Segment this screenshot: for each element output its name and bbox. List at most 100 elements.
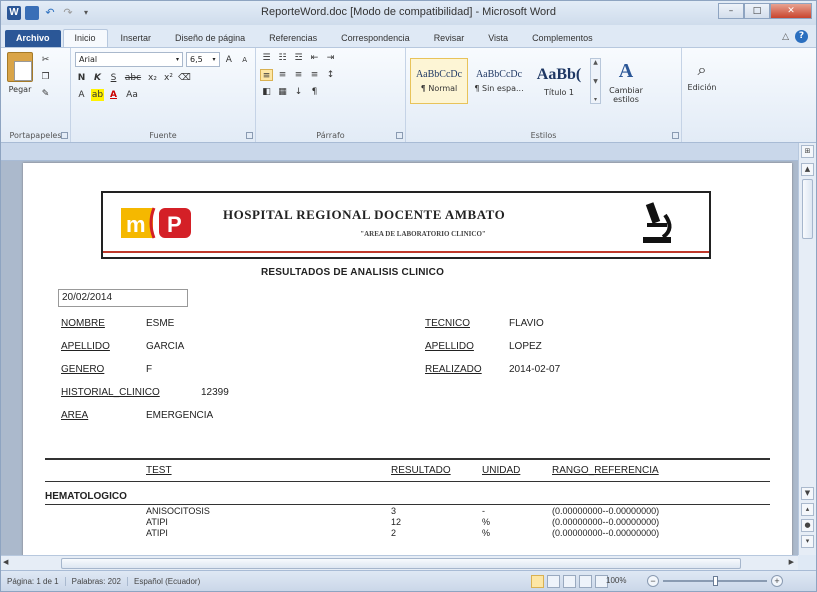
style-heading-1[interactable]: AaBb( Título 1	[530, 58, 588, 104]
zoom-level[interactable]: 100%	[606, 576, 626, 585]
zoom-in-button[interactable]: +	[771, 575, 783, 587]
copy-icon[interactable]: ❐	[39, 71, 52, 83]
show-marks-icon[interactable]: ¶	[308, 86, 321, 98]
next-page-button[interactable]: ▾	[801, 535, 814, 548]
scroll-right-button[interactable]: ▶	[789, 558, 794, 566]
print-layout-view-icon[interactable]	[531, 575, 544, 588]
font-launcher-icon[interactable]	[246, 132, 253, 139]
collapse-ribbon-icon[interactable]: △	[782, 32, 789, 42]
tab-complementos[interactable]: Complementos	[521, 30, 604, 47]
tab-diseno-pagina[interactable]: Diseño de página	[164, 30, 256, 47]
vertical-scrollbar[interactable]: ⊞ ▲ ▼ ▴ ● ▾	[798, 143, 816, 555]
tab-vista[interactable]: Vista	[477, 30, 519, 47]
scroll-up-button[interactable]: ▲	[801, 163, 814, 176]
shading-icon[interactable]: ◧	[260, 86, 273, 98]
vertical-scroll-thumb[interactable]	[802, 179, 813, 239]
realizado-label: REALIZADO	[425, 364, 482, 375]
report-header: m P HOSPITAL REGIONAL DOCENTE AMBATO "AR…	[101, 191, 711, 259]
scroll-left-button[interactable]: ◀	[3, 558, 8, 566]
tab-revisar[interactable]: Revisar	[423, 30, 476, 47]
zoom-slider-thumb[interactable]	[713, 576, 718, 586]
superscript-button[interactable]: x²	[162, 72, 175, 84]
align-left-icon[interactable]: ≡	[260, 69, 273, 81]
web-layout-view-icon[interactable]	[563, 575, 576, 588]
change-case-button[interactable]: Aa	[123, 89, 141, 101]
historial-value: 12399	[201, 387, 229, 398]
lab-area-name: "AREA DE LABORATORIO CLINICO"	[360, 230, 486, 238]
style-heading-1-label: Título 1	[543, 87, 575, 97]
tab-referencias[interactable]: Referencias	[258, 30, 328, 47]
word-logo-icon[interactable]: W	[7, 6, 21, 20]
tab-insertar[interactable]: Insertar	[110, 30, 163, 47]
ribbon: Pegar ✂ ❐ ✎ Portapapeles Arial ▾ 6,5 ▾ A A…	[1, 47, 816, 143]
style-no-spacing[interactable]: AaBbCcDc ¶ Sin espa...	[470, 58, 528, 104]
tab-inicio[interactable]: Inicio	[62, 29, 108, 47]
status-language[interactable]: Español (Ecuador)	[128, 577, 206, 586]
editing-button[interactable]: ⌕ Edición	[686, 52, 718, 92]
paste-button[interactable]: Pegar	[7, 52, 33, 100]
change-styles-button[interactable]: A Cambiar estilos	[603, 58, 649, 104]
help-icon[interactable]: ?	[795, 30, 808, 43]
outline-view-icon[interactable]	[579, 575, 592, 588]
italic-button[interactable]: K	[91, 72, 104, 84]
format-painter-icon[interactable]: ✎	[39, 88, 52, 100]
increase-indent-icon[interactable]: ⇥	[324, 52, 337, 64]
style-normal[interactable]: AaBbCcDc ¶ Normal	[410, 58, 468, 104]
previous-page-button[interactable]: ▴	[801, 503, 814, 516]
styles-gallery-scroll[interactable]: ▲ ▼ ▾	[590, 58, 601, 104]
strikethrough-button[interactable]: abc	[123, 72, 143, 84]
save-icon[interactable]	[25, 6, 39, 20]
horizontal-scroll-thumb[interactable]	[61, 558, 741, 569]
justify-icon[interactable]: ≡	[308, 69, 321, 81]
minimize-button[interactable]: –	[718, 3, 744, 19]
horizontal-scrollbar[interactable]: ◀ ▶	[1, 555, 798, 570]
line-spacing-icon[interactable]: ↕	[324, 69, 337, 81]
maximize-button[interactable]: □	[744, 3, 770, 19]
text-effects-icon[interactable]: A	[75, 89, 88, 101]
status-page[interactable]: Página: 1 de 1	[1, 577, 66, 586]
style-no-spacing-label: ¶ Sin espa...	[474, 84, 524, 93]
customize-qat-icon[interactable]: ▾	[79, 6, 93, 20]
close-button[interactable]: ✕	[770, 3, 812, 19]
window-title: ReporteWord.doc [Modo de compatibilidad]…	[261, 6, 556, 18]
document-page[interactable]: m P HOSPITAL REGIONAL DOCENTE AMBATO "AR…	[23, 163, 792, 555]
font-name-combo[interactable]: Arial ▾	[75, 52, 184, 67]
tab-archivo[interactable]: Archivo	[5, 30, 61, 47]
cut-icon[interactable]: ✂	[39, 54, 52, 66]
clear-format-icon[interactable]: ⌫	[178, 72, 191, 84]
zoom-out-button[interactable]: −	[647, 575, 659, 587]
date-field[interactable]: 20/02/2014	[58, 289, 188, 307]
align-right-icon[interactable]: ≡	[292, 69, 305, 81]
underline-button[interactable]: S	[107, 72, 120, 84]
tab-right-tools: △ ?	[782, 30, 816, 47]
status-words[interactable]: Palabras: 202	[66, 577, 128, 586]
row-rango: (0.00000000--0.00000000)	[552, 517, 660, 527]
multilevel-list-icon[interactable]: ☲	[292, 52, 305, 64]
align-center-icon[interactable]: ≡	[276, 69, 289, 81]
paragraph-launcher-icon[interactable]	[396, 132, 403, 139]
numbering-icon[interactable]: ☷	[276, 52, 289, 64]
scroll-down-button[interactable]: ▼	[801, 487, 814, 500]
highlight-icon[interactable]: ab	[91, 89, 104, 101]
historial-label: HISTORIAL_CLINICO	[61, 387, 160, 398]
apellido-label: APELLIDO	[61, 341, 110, 352]
browse-object-button[interactable]: ●	[801, 519, 814, 532]
full-screen-reading-view-icon[interactable]	[547, 575, 560, 588]
bullets-icon[interactable]: ☰	[260, 52, 273, 64]
decrease-indent-icon[interactable]: ⇤	[308, 52, 321, 64]
undo-icon[interactable]: ↶	[43, 6, 57, 20]
tab-correspondencia[interactable]: Correspondencia	[330, 30, 421, 47]
redo-icon[interactable]: ↷	[61, 6, 75, 20]
quick-access-toolbar: W ↶ ↷ ▾	[1, 6, 93, 20]
borders-icon[interactable]: ▦	[276, 86, 289, 98]
grow-font-icon[interactable]: A	[223, 54, 236, 66]
bold-button[interactable]: N	[75, 72, 88, 84]
styles-launcher-icon[interactable]	[672, 132, 679, 139]
shrink-font-icon[interactable]: A	[238, 54, 251, 66]
sort-icon[interactable]: ↓	[292, 86, 305, 98]
subscript-button[interactable]: x₂	[146, 72, 159, 84]
clipboard-launcher-icon[interactable]	[61, 132, 68, 139]
font-color-icon[interactable]: A	[107, 89, 120, 101]
ruler-toggle-icon[interactable]: ⊞	[801, 145, 814, 158]
font-size-combo[interactable]: 6,5 ▾	[186, 52, 220, 67]
